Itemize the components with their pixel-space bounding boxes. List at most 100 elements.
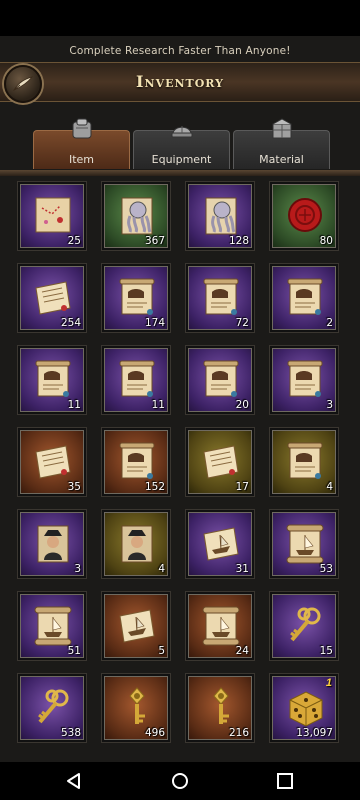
item-quantity: 5 [158,645,165,657]
tab-equipment-label: Equipment [151,153,212,166]
tab-divider [0,170,360,176]
inventory-slot[interactable]: 11 [18,346,86,414]
back-button[interactable] [4,65,42,103]
recipe-scroll-icon [119,278,155,315]
ship-scroll-icon [34,606,72,646]
inventory-slot[interactable]: 11 [102,346,170,414]
tab-material-label: Material [259,153,304,166]
inventory-slot[interactable]: 3 [270,346,338,414]
tab-item[interactable]: Item [33,118,130,169]
inventory-slot[interactable]: 20 [186,346,254,414]
tab-item-label: Item [68,153,95,166]
ship-scroll-icon [202,606,240,646]
inventory-slot[interactable]: 254 [18,264,86,332]
inventory-slot[interactable]: 496 [102,674,170,742]
tab-material[interactable]: Material [233,118,330,169]
recipe-scroll-icon [287,278,323,315]
inventory-slot[interactable]: 4 [270,428,338,496]
tab-equipment[interactable]: Equipment [133,126,230,169]
helmet-icon [171,126,193,138]
inventory-slot[interactable]: 53 [270,510,338,578]
note-paper-icon [35,445,71,479]
inventory-slot[interactable]: 25 [18,182,86,250]
crate-icon [272,118,292,139]
item-quantity: 3 [74,563,81,575]
inventory-slot[interactable]: 216 [186,674,254,742]
item-quantity: 72 [235,317,249,329]
ship-scroll-icon [286,524,324,564]
golden-key-icon [290,607,321,642]
treasure-map-icon [35,197,71,233]
item-quantity: 538 [60,727,81,739]
item-quantity: 152 [144,481,165,493]
item-quantity: 2 [326,317,333,329]
inventory-slot[interactable]: 128 [186,182,254,250]
inventory-slot[interactable]: 2 [270,264,338,332]
ship-paper-icon [203,527,239,561]
scroll-bag-icon [72,118,92,139]
item-quantity: 15 [319,645,333,657]
inventory-slot[interactable]: 24 [186,592,254,660]
recipe-scroll-icon [203,360,239,397]
inventory-tabs: Item Equipment Material [0,118,360,170]
item-quantity: 20 [235,399,249,411]
item-quantity: 51 [67,645,81,657]
inventory-slot[interactable]: 72 [186,264,254,332]
inventory-slot[interactable]: 35 [18,428,86,496]
back-nav-icon[interactable] [64,771,84,791]
inventory-slot[interactable]: 51 [18,592,86,660]
octopus-scroll-icon [121,197,153,235]
inventory-slot[interactable]: 31 [186,510,254,578]
recipe-scroll-icon [35,360,71,397]
inventory-slot[interactable]: 17 [186,428,254,496]
recipe-scroll-icon [119,360,155,397]
captain-portrait-icon [121,525,153,563]
item-quantity: 11 [67,399,81,411]
inventory-slot[interactable]: 80 [270,182,338,250]
inventory-slot[interactable]: 5 [102,592,170,660]
golden-key-icon [38,689,69,724]
item-quantity: 496 [144,727,165,739]
inventory-screen: Complete Research Faster Than Anyone! In… [0,36,360,762]
inventory-slot[interactable]: 174 [102,264,170,332]
wax-seal-icon [288,198,322,232]
recipe-scroll-icon [119,442,155,479]
inventory-slot[interactable]: 538 [18,674,86,742]
new-item-badge: 1 [325,677,332,689]
inventory-slot[interactable]: 3 [18,510,86,578]
ornate-key-icon [213,687,229,724]
inventory-slot[interactable]: 152 [102,428,170,496]
item-quantity: 128 [228,235,249,247]
item-quantity: 17 [235,481,249,493]
page-title: Inventory [136,72,224,91]
item-grid: 25 367 128 80 254 174 72 2 11 11 20 3 35 152 17 4 3 4 31 53… [18,182,348,762]
item-quantity: 4 [326,481,333,493]
inventory-slot[interactable]: 13,097 1 [270,674,338,742]
item-quantity: 25 [67,235,81,247]
title-bar: Inventory [0,62,360,102]
golden-dice-icon [289,691,323,727]
item-quantity: 254 [60,317,81,329]
octopus-scroll-icon [205,197,237,235]
recipe-scroll-icon [203,278,239,315]
recipe-scroll-icon [287,442,323,479]
home-nav-icon[interactable] [170,771,190,791]
item-quantity: 35 [67,481,81,493]
recipe-scroll-icon [287,360,323,397]
captain-portrait-icon [37,525,69,563]
inventory-slot[interactable]: 15 [270,592,338,660]
item-quantity: 216 [228,727,249,739]
quill-back-icon [13,76,33,91]
inventory-slot[interactable]: 4 [102,510,170,578]
recents-nav-icon[interactable] [275,771,295,791]
ornate-key-icon [129,687,145,724]
item-quantity: 367 [144,235,165,247]
research-banner[interactable]: Complete Research Faster Than Anyone! [0,40,360,62]
item-quantity: 3 [326,399,333,411]
item-quantity: 13,097 [296,727,333,739]
item-quantity: 11 [151,399,165,411]
item-quantity: 80 [319,235,333,247]
inventory-slot[interactable]: 367 [102,182,170,250]
item-quantity: 4 [158,563,165,575]
item-quantity: 31 [235,563,249,575]
